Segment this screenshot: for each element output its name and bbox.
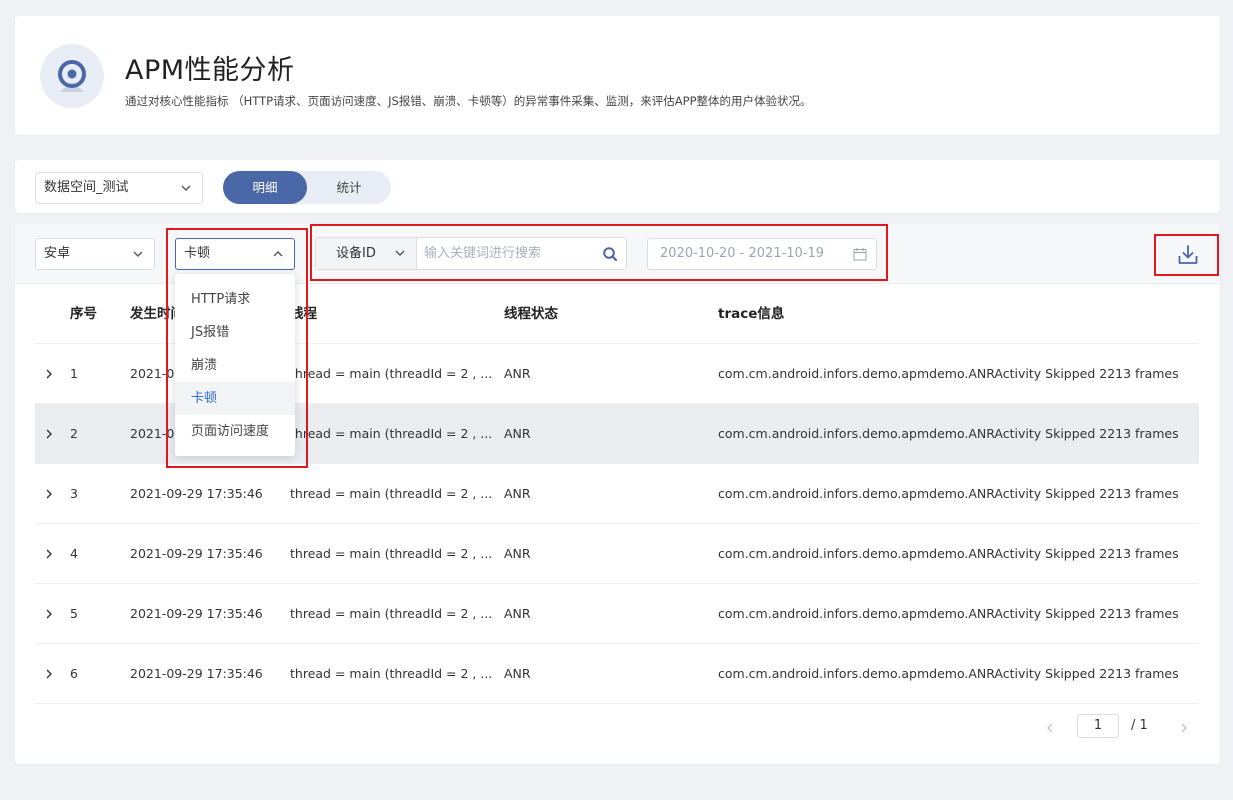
chevron-right-icon[interactable]: [43, 608, 55, 620]
page-description: 通过对核心性能指标 （HTTP请求、页面访问速度、JS报错、崩溃、卡顿等）的异常…: [125, 94, 812, 108]
cell-thread: thread = main (threadId = 2 , ...: [290, 426, 493, 441]
chevron-down-icon: [133, 251, 143, 257]
cell-state: ANR: [504, 486, 531, 501]
calendar-icon: [853, 248, 867, 261]
column-header-trace: trace信息: [718, 306, 785, 322]
dropdown-option-crash[interactable]: 崩溃: [175, 349, 295, 382]
search-input[interactable]: 输入关键词进行搜索: [424, 238, 541, 269]
column-header-no: 序号: [70, 306, 97, 322]
cell-no: 3: [70, 486, 78, 501]
search-field-select[interactable]: 设备ID: [316, 238, 417, 269]
search-group: 设备ID 输入关键词进行搜索: [315, 237, 627, 270]
chevron-up-icon: [273, 251, 283, 257]
cell-trace: com.cm.android.infors.demo.apmdemo.ANRAc…: [718, 666, 1179, 681]
platform-select-value: 安卓: [44, 246, 71, 261]
chevron-down-icon: [395, 250, 405, 256]
cell-no: 1: [70, 366, 78, 381]
chevron-right-icon[interactable]: [43, 668, 55, 680]
table-row[interactable]: 4 2021-09-29 17:35:46 thread = main (thr…: [35, 524, 1199, 584]
tab-statistics[interactable]: 统计: [307, 171, 391, 204]
chevron-left-icon[interactable]: [1044, 722, 1056, 734]
page-total: / 1: [1131, 718, 1148, 733]
type-select-value: 卡顿: [184, 246, 211, 261]
dropdown-option-lag[interactable]: 卡顿: [175, 382, 295, 415]
cell-thread: thread = main (threadId = 2 , ...: [290, 546, 493, 561]
page-title: APM性能分析: [125, 55, 295, 86]
dropdown-option-page-speed[interactable]: 页面访问速度: [175, 415, 295, 448]
pagination: 1 / 1: [15, 714, 1220, 744]
cell-state: ANR: [504, 606, 531, 621]
cell-time: 2021-09-29 17:35:46: [130, 606, 263, 621]
cell-state: ANR: [504, 546, 531, 561]
dataspace-select-value: 数据空间_测试: [44, 180, 129, 195]
type-dropdown-menu: HTTP请求 JS报错 崩溃 卡顿 页面访问速度: [175, 274, 295, 456]
table-row[interactable]: 6 2021-09-29 17:35:46 thread = main (thr…: [35, 644, 1199, 704]
dropdown-option-http[interactable]: HTTP请求: [175, 283, 295, 316]
table-row[interactable]: 5 2021-09-29 17:35:46 thread = main (thr…: [35, 584, 1199, 644]
cell-thread: thread = main (threadId = 2 , ...: [290, 486, 493, 501]
page-number-input[interactable]: 1: [1077, 714, 1119, 738]
cell-trace: com.cm.android.infors.demo.apmdemo.ANRAc…: [718, 486, 1179, 501]
cell-no: 5: [70, 606, 78, 621]
cell-time: 2021-09-29 17:35:46: [130, 666, 263, 681]
cell-trace: com.cm.android.infors.demo.apmdemo.ANRAc…: [718, 546, 1179, 561]
cell-state: ANR: [504, 366, 531, 381]
cell-state: ANR: [504, 426, 531, 441]
date-range-value: 2020-10-20 - 2021-10-19: [660, 246, 825, 261]
cell-trace: com.cm.android.infors.demo.apmdemo.ANRAc…: [718, 426, 1179, 441]
cell-time: 2021-09-29 17:35:46: [130, 546, 263, 561]
header-card: APM性能分析 通过对核心性能指标 （HTTP请求、页面访问速度、JS报错、崩溃…: [15, 16, 1220, 135]
cell-trace: com.cm.android.infors.demo.apmdemo.ANRAc…: [718, 606, 1179, 621]
cell-state: ANR: [504, 666, 531, 681]
dataspace-select[interactable]: 数据空间_测试: [35, 172, 203, 204]
table-row[interactable]: 3 2021-09-29 17:35:46 thread = main (thr…: [35, 464, 1199, 524]
search-icon[interactable]: [602, 246, 618, 262]
cell-thread: thread = main (threadId = 2 , ...: [290, 366, 493, 381]
chevron-right-icon[interactable]: [43, 488, 55, 500]
chevron-right-icon[interactable]: [43, 368, 55, 380]
cell-thread: thread = main (threadId = 2 , ...: [290, 666, 493, 681]
column-header-state: 线程状态: [504, 306, 558, 322]
location-pin-icon: [40, 44, 104, 108]
type-select[interactable]: 卡顿: [175, 238, 295, 270]
chevron-down-icon: [181, 185, 191, 191]
cell-no: 6: [70, 666, 78, 681]
cell-no: 4: [70, 546, 78, 561]
chevron-right-icon[interactable]: [43, 548, 55, 560]
platform-select[interactable]: 安卓: [35, 238, 155, 270]
cell-no: 2: [70, 426, 78, 441]
cell-time: 2021-09-29 17:35:46: [130, 486, 263, 501]
tab-detail[interactable]: 明细: [223, 171, 307, 204]
toolbar-card: 数据空间_测试 明细 统计: [15, 160, 1220, 213]
dropdown-option-js-error[interactable]: JS报错: [175, 316, 295, 349]
download-icon[interactable]: [1177, 244, 1199, 266]
chevron-right-icon[interactable]: [1178, 722, 1190, 734]
cell-thread: thread = main (threadId = 2 , ...: [290, 606, 493, 621]
view-tabs: 明细 统计: [223, 171, 391, 204]
chevron-right-icon[interactable]: [43, 428, 55, 440]
search-field-value: 设备ID: [336, 246, 376, 261]
date-range-picker[interactable]: 2020-10-20 - 2021-10-19: [647, 238, 877, 270]
cell-trace: com.cm.android.infors.demo.apmdemo.ANRAc…: [718, 366, 1179, 381]
